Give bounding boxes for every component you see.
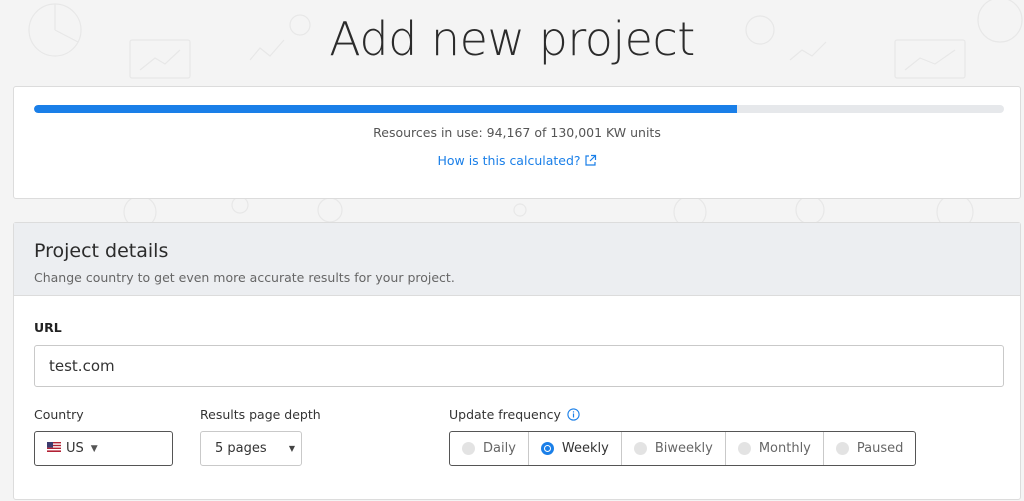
resource-progress-fill [34, 105, 737, 113]
how-calculated-label: How is this calculated? [437, 153, 581, 168]
url-label: URL [34, 320, 62, 335]
frequency-option-label: Paused [856, 441, 904, 456]
depth-select[interactable]: 5 pages ▼ [200, 431, 302, 466]
country-select[interactable]: US ▼ [34, 431, 173, 466]
radio-icon [737, 442, 751, 455]
radio-icon [835, 442, 849, 455]
country-value: US [66, 441, 84, 456]
frequency-option-biweekly[interactable]: Biweekly [622, 432, 726, 465]
project-details-subtitle: Change country to get even more accurate… [34, 270, 455, 285]
project-details-header: Project details Change country to get ev… [14, 223, 1020, 296]
frequency-option-label: Weekly [561, 441, 609, 456]
us-flag-icon [47, 441, 61, 456]
depth-label: Results page depth [200, 407, 321, 422]
frequency-option-paused[interactable]: Paused [824, 432, 915, 465]
project-details-card: Project details Change country to get ev… [13, 222, 1021, 500]
usage-card: Resources in use: 94,167 of 130,001 KW u… [13, 86, 1021, 199]
radio-icon [540, 442, 554, 455]
depth-value: 5 pages [215, 441, 267, 456]
resource-progress-bar [34, 105, 1004, 113]
caret-down-icon: ▼ [90, 443, 98, 454]
page-title: Add new project [329, 12, 695, 66]
how-calculated-link[interactable]: How is this calculated? [14, 153, 1020, 170]
frequency-option-daily[interactable]: Daily [450, 432, 529, 465]
radio-icon [633, 442, 647, 455]
frequency-radio-group: Daily Weekly Biweekly Monthly Paused [449, 431, 917, 466]
frequency-option-label: Daily [483, 441, 516, 456]
frequency-option-monthly[interactable]: Monthly [726, 432, 824, 465]
project-details-title: Project details [34, 240, 169, 262]
url-input[interactable] [34, 345, 1004, 387]
external-link-icon [584, 154, 597, 170]
frequency-option-weekly[interactable]: Weekly [529, 432, 622, 465]
info-icon[interactable] [567, 408, 580, 424]
frequency-option-label: Biweekly [654, 441, 713, 456]
country-label: Country [34, 407, 84, 422]
frequency-label: Update frequency [449, 407, 580, 424]
radio-icon [462, 442, 475, 455]
caret-down-icon: ▼ [288, 444, 295, 453]
resource-usage-text: Resources in use: 94,167 of 130,001 KW u… [373, 125, 661, 140]
frequency-label-text: Update frequency [449, 407, 561, 422]
frequency-option-label: Monthly [758, 441, 811, 456]
